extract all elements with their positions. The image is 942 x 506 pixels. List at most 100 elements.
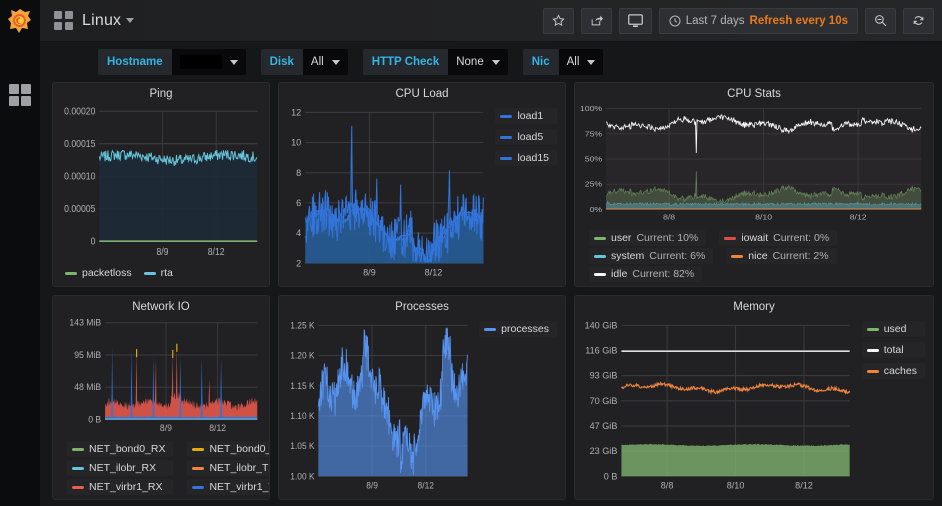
legend-item[interactable]: load5: [495, 129, 557, 145]
legend-item[interactable]: total: [861, 342, 925, 358]
svg-text:12: 12: [291, 107, 301, 117]
legend-item[interactable]: NET_bond0_TX: [187, 441, 269, 457]
legend-series-name: user: [611, 232, 632, 244]
variable-nic[interactable]: Nic All: [522, 49, 604, 75]
svg-text:0%: 0%: [590, 206, 603, 214]
star-button[interactable]: [542, 7, 574, 34]
panel-processes[interactable]: Processes 1.00 K 1.05 K 1.10 K 1.15 K 1.20 K…: [278, 295, 566, 500]
legend-color-swatch: [65, 271, 77, 275]
legend-item[interactable]: load15: [495, 150, 557, 166]
legend-item[interactable]: NET_bond0_RX: [67, 441, 174, 457]
svg-text:1.15 K: 1.15 K: [290, 380, 314, 390]
variable-http-check[interactable]: HTTP Check None: [362, 49, 508, 75]
legend-series-name: nice: [748, 250, 768, 262]
panel-body-ping: 0 0.00005 0.00010 0.00015 0.00020 8/9 8/12: [53, 102, 269, 262]
svg-text:8/9: 8/9: [156, 246, 168, 258]
grafana-logo-icon[interactable]: [0, 0, 40, 42]
svg-text:1.05 K: 1.05 K: [290, 441, 314, 451]
tv-mode-button[interactable]: [618, 7, 652, 34]
chart-ping[interactable]: 0 0.00005 0.00010 0.00015 0.00020 8/9 8/12: [55, 102, 263, 262]
legend-item[interactable]: user Current: 10%: [589, 230, 707, 246]
panel-network-io[interactable]: Network IO 0 B 48 MiB 95 MiB 143 MiB 8/9 8/12…: [52, 295, 270, 500]
legend-processes: processes: [473, 315, 559, 499]
panel-title-cpu-load: CPU Load: [395, 88, 449, 100]
variable-disk-value[interactable]: All: [302, 49, 348, 75]
legend-color-swatch: [500, 156, 513, 160]
legend-color-swatch: [72, 466, 84, 470]
legend-color-swatch: [484, 327, 497, 331]
legend-item[interactable]: packetloss: [65, 266, 132, 280]
svg-text:10: 10: [291, 138, 301, 148]
panel-body-memory: 0 B 23 GiB 47 GiB 70 GiB 93 GiB 116 GiB 140 Gi…: [575, 315, 933, 499]
legend-series-name: load15: [517, 152, 549, 164]
legend-color-swatch: [724, 236, 737, 240]
chart-cpu-load[interactable]: 2 4 6 8 10 12 8/9 8/12: [281, 102, 489, 286]
panel-cpu-load[interactable]: CPU Load 2 4 6 8 10 12 8/9 8/12 load1 load5 load1…: [278, 82, 566, 287]
svg-text:8/12: 8/12: [418, 480, 434, 490]
variable-http-check-value-text: None: [456, 56, 484, 68]
legend-item[interactable]: NET_virbr1_TX: [187, 479, 269, 495]
legend-item[interactable]: processes: [479, 321, 557, 337]
variable-hostname[interactable]: Hostname: [98, 49, 246, 75]
legend-item[interactable]: NET_ilobr_TX: [187, 460, 269, 476]
main-area: Linux Last 7 days Refresh every 10s Host…: [40, 0, 942, 506]
legend-color-swatch: [866, 369, 879, 373]
legend-item[interactable]: system Current: 6%: [589, 248, 714, 264]
legend-item[interactable]: rta: [143, 266, 173, 280]
page-title[interactable]: Linux: [82, 12, 135, 30]
svg-text:93 GiB: 93 GiB: [590, 371, 618, 381]
variable-nic-value[interactable]: All: [558, 49, 604, 75]
legend-current-value: Current: 6%: [649, 250, 706, 262]
legend-color-swatch: [500, 135, 513, 139]
legend-current-value: Current: 0%: [773, 232, 830, 244]
svg-text:0.00010: 0.00010: [64, 171, 95, 183]
legend-item[interactable]: used: [861, 321, 925, 337]
legend-item[interactable]: caches: [861, 363, 925, 379]
svg-text:25%: 25%: [585, 180, 602, 188]
variable-disk[interactable]: Disk All: [260, 49, 348, 75]
navbar-right: Last 7 days Refresh every 10s: [542, 7, 934, 34]
svg-text:140 GiB: 140 GiB: [585, 320, 618, 330]
variable-http-check-value[interactable]: None: [448, 49, 508, 75]
legend-item[interactable]: nice Current: 2%: [726, 248, 837, 264]
svg-text:2: 2: [296, 258, 301, 268]
dashboard-grid-icon: [54, 11, 73, 30]
legend-item[interactable]: load1: [495, 108, 557, 124]
svg-text:8/10: 8/10: [755, 213, 772, 221]
time-range-label: Last 7 days: [685, 14, 745, 27]
chevron-down-icon: [229, 59, 238, 65]
share-button[interactable]: [580, 7, 612, 34]
svg-text:50%: 50%: [585, 155, 602, 163]
legend-color-swatch: [731, 254, 744, 258]
chart-processes[interactable]: 1.00 K 1.05 K 1.10 K 1.15 K 1.20 K 1.25 K 8/9 8…: [281, 315, 473, 499]
panel-memory[interactable]: Memory 0 B 23 GiB 47 GiB 70 GiB 93 GiB 116 Gi…: [574, 295, 934, 500]
legend-series-name: used: [883, 323, 907, 335]
svg-text:8/12: 8/12: [208, 246, 225, 258]
panel-body-processes: 1.00 K 1.05 K 1.10 K 1.15 K 1.20 K 1.25 K 8/9 8…: [279, 315, 565, 499]
chart-cpu-stats[interactable]: 0% 25% 50% 75% 100% 8/8 8/10 8/12: [577, 102, 927, 226]
legend-item[interactable]: iowait Current: 0%: [719, 230, 838, 246]
chart-network-io[interactable]: 0 B 48 MiB 95 MiB 143 MiB 8/9 8/12: [55, 315, 263, 437]
legend-item[interactable]: NET_ilobr_RX: [67, 460, 174, 476]
monitor-icon: [627, 13, 643, 27]
sidebar-item-dashboards[interactable]: [0, 73, 40, 117]
legend-cpu-load: load1 load5 load15: [489, 102, 559, 286]
variable-hostname-value[interactable]: [171, 49, 246, 75]
legend-memory: used total caches: [856, 315, 927, 499]
panel-title-processes: Processes: [395, 301, 449, 313]
chart-memory[interactable]: 0 B 23 GiB 47 GiB 70 GiB 93 GiB 116 GiB 140 Gi…: [577, 315, 856, 499]
legend-color-swatch: [192, 466, 205, 470]
dashboard-row-1: Ping 0 0.00005 0.00010 0.00015 0.00020 8/9 8/1…: [52, 82, 934, 287]
time-range-picker[interactable]: Last 7 days Refresh every 10s: [658, 7, 858, 34]
refresh-button[interactable]: [903, 7, 934, 34]
panel-body-network-io: 0 B 48 MiB 95 MiB 143 MiB 8/9 8/12: [53, 315, 269, 437]
panel-ping[interactable]: Ping 0 0.00005 0.00010 0.00015 0.00020 8/9 8/1…: [52, 82, 270, 287]
zoom-out-button[interactable]: [865, 7, 896, 34]
legend-item[interactable]: NET_virbr1_RX: [67, 479, 174, 495]
panel-title-network-io: Network IO: [132, 301, 190, 313]
legend-color-swatch: [500, 114, 513, 118]
panel-cpu-stats[interactable]: CPU Stats 0% 25% 50% 75% 100% 8/8 8/10 8/12 use…: [574, 82, 934, 287]
panel-body-cpu-load: 2 4 6 8 10 12 8/9 8/12 load1 load5 load15: [279, 102, 565, 286]
legend-item[interactable]: idle Current: 82%: [589, 266, 703, 282]
variable-nic-value-text: All: [566, 56, 580, 68]
